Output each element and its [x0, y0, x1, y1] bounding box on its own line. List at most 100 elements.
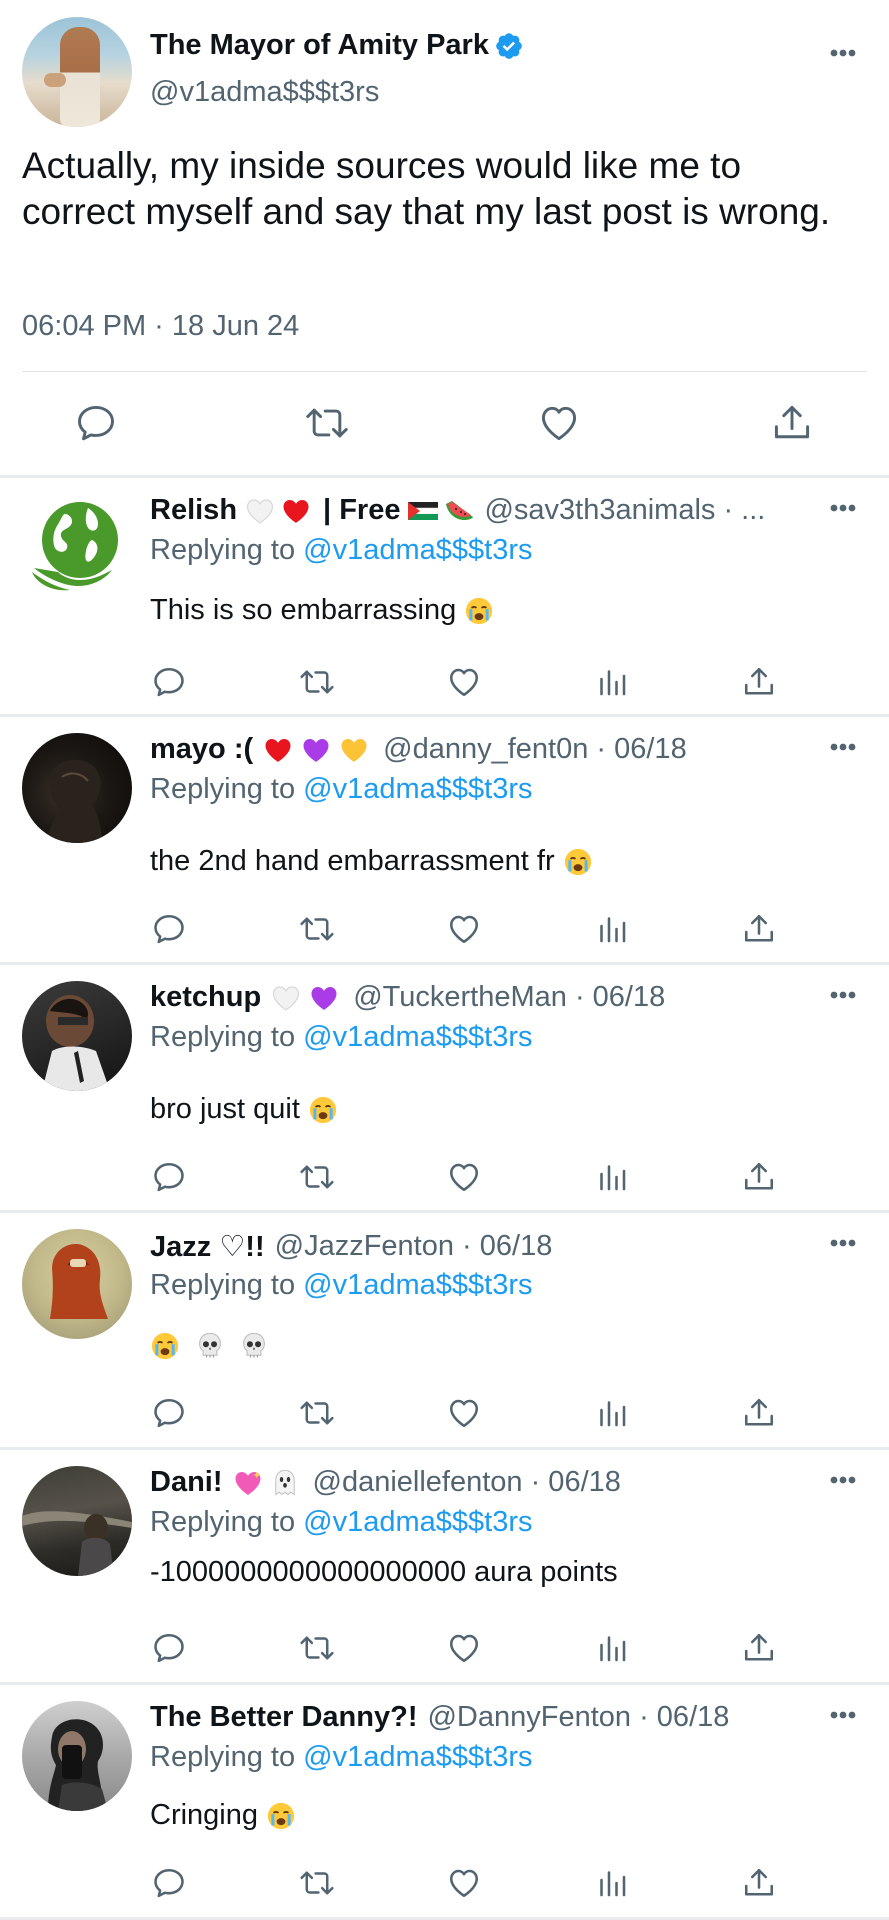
retweet-icon[interactable] [295, 660, 339, 704]
heart-icon[interactable] [442, 907, 486, 951]
reply-avatar[interactable] [22, 1701, 132, 1811]
reply-avatar[interactable] [22, 1466, 132, 1576]
reply-author-name-extra[interactable]: | Free [323, 494, 400, 527]
reply-icon[interactable] [68, 395, 124, 451]
retweet-icon[interactable] [295, 1626, 339, 1670]
retweet-icon[interactable] [295, 1155, 339, 1199]
reply-avatar[interactable] [22, 1229, 132, 1339]
reply-handle[interactable]: @JazzFenton · 06/18 [275, 1230, 553, 1263]
replying-to: Replying to @v1adma$$$t3rs [150, 773, 533, 806]
reply-handle[interactable]: @DannyFenton · 06/18 [427, 1701, 729, 1734]
reply-icon[interactable] [147, 907, 191, 951]
reply-avatar[interactable] [22, 733, 132, 843]
reply-icon[interactable] [147, 1626, 191, 1670]
watermelon-icon [444, 498, 474, 524]
share-icon[interactable] [737, 1155, 781, 1199]
main-post-name-text[interactable]: The Mayor of Amity Park [150, 29, 489, 62]
reply-header: The Better Danny?! @DannyFenton · 06/18 [150, 1701, 729, 1734]
reply-post[interactable]: mayo :( @danny_fent0n · 06/18 Replying t… [0, 717, 889, 962]
mention-link[interactable]: @v1adma$$$t3rs [303, 773, 532, 805]
yellow-heart-icon [339, 736, 369, 764]
more-icon[interactable] [823, 1470, 863, 1490]
main-post-text: Actually, my inside sources would like m… [22, 145, 831, 232]
more-icon[interactable] [823, 43, 863, 63]
divider [22, 371, 867, 372]
retweet-icon[interactable] [295, 1391, 339, 1435]
share-icon[interactable] [737, 1861, 781, 1905]
share-icon[interactable] [737, 660, 781, 704]
retweet-icon[interactable] [295, 1861, 339, 1905]
more-icon[interactable] [823, 498, 863, 518]
reply-icon[interactable] [147, 1391, 191, 1435]
red-heart-icon [281, 497, 311, 525]
mention-link[interactable]: @v1adma$$$t3rs [303, 1741, 532, 1773]
reply-text-content: bro just quit [150, 1093, 300, 1125]
reply-header: Dani! @daniellefenton · 06/18 [150, 1466, 621, 1499]
views-icon[interactable] [590, 907, 634, 951]
reply-post[interactable]: Relish | Free @sav3th3animals · ... Repl… [0, 478, 889, 714]
reply-author-name[interactable]: Jazz ♡!! [150, 1229, 265, 1264]
reply-text: bro just quit [150, 1093, 338, 1126]
heart-icon[interactable] [442, 1861, 486, 1905]
skull-icon [240, 1331, 268, 1361]
more-icon[interactable] [823, 737, 863, 757]
reply-text: the 2nd hand embarrassment fr [150, 845, 593, 878]
more-icon[interactable] [823, 985, 863, 1005]
share-icon[interactable] [737, 1391, 781, 1435]
reply-post[interactable]: ketchup @TuckertheMan · 06/18 Replying t… [0, 965, 889, 1210]
heart-icon[interactable] [442, 1391, 486, 1435]
reply-handle[interactable]: @sav3th3animals · ... [484, 494, 765, 527]
reply-handle[interactable]: @TuckertheMan · 06/18 [353, 981, 665, 1014]
verified-badge-icon [494, 31, 524, 61]
views-icon[interactable] [590, 1861, 634, 1905]
replying-to-label: Replying to [150, 1741, 296, 1773]
reply-text-content: -1000000000000000000 aura points [150, 1556, 618, 1588]
reply-actions [0, 1626, 889, 1670]
share-icon[interactable] [764, 395, 820, 451]
views-icon[interactable] [590, 1626, 634, 1670]
reply-author-name[interactable]: The Better Danny?! [150, 1701, 417, 1734]
reply-text-content: This is so embarrassing [150, 594, 457, 626]
reply-actions [0, 907, 889, 951]
more-icon[interactable] [823, 1233, 863, 1253]
more-icon[interactable] [823, 1705, 863, 1725]
reply-post[interactable]: Jazz ♡!! @JazzFenton · 06/18 Replying to… [0, 1213, 889, 1447]
reply-handle[interactable]: @danny_fent0n · 06/18 [383, 733, 687, 766]
crying-face-icon [150, 1331, 180, 1361]
reply-author-name[interactable]: mayo :( [150, 733, 253, 766]
main-post-actions [0, 395, 889, 451]
reply-icon[interactable] [147, 660, 191, 704]
heart-icon[interactable] [442, 1155, 486, 1199]
reply-avatar[interactable] [22, 494, 132, 604]
retweet-icon[interactable] [299, 395, 355, 451]
reply-handle[interactable]: @daniellefenton · 06/18 [313, 1466, 621, 1499]
mention-link[interactable]: @v1adma$$$t3rs [303, 534, 532, 566]
views-icon[interactable] [590, 1155, 634, 1199]
white-heart-icon [245, 497, 275, 525]
crying-face-icon [563, 847, 593, 877]
reply-author-name[interactable]: ketchup [150, 981, 261, 1014]
white-heart-icon [271, 984, 301, 1012]
mention-link[interactable]: @v1adma$$$t3rs [303, 1269, 532, 1301]
reply-icon[interactable] [147, 1861, 191, 1905]
share-icon[interactable] [737, 1626, 781, 1670]
reply-post[interactable]: Dani! @daniellefenton · 06/18 Replying t… [0, 1450, 889, 1682]
share-icon[interactable] [737, 907, 781, 951]
main-post-avatar[interactable] [22, 17, 132, 127]
reply-author-name[interactable]: Dani! [150, 1466, 223, 1499]
reply-post[interactable]: The Better Danny?! @DannyFenton · 06/18 … [0, 1685, 889, 1920]
reply-icon[interactable] [147, 1155, 191, 1199]
heart-icon[interactable] [531, 395, 587, 451]
main-post-timestamp[interactable]: 06:04 PM · 18 Jun 24 [22, 310, 299, 343]
heart-icon[interactable] [442, 1626, 486, 1670]
views-icon[interactable] [590, 660, 634, 704]
main-post-handle[interactable]: @v1adma$$$t3rs [150, 76, 379, 109]
heart-icon[interactable] [442, 660, 486, 704]
reply-avatar[interactable] [22, 981, 132, 1091]
views-icon[interactable] [590, 1391, 634, 1435]
reply-author-name[interactable]: Relish [150, 494, 237, 527]
mention-link[interactable]: @v1adma$$$t3rs [303, 1021, 532, 1053]
retweet-icon[interactable] [295, 907, 339, 951]
main-post-author-name[interactable]: The Mayor of Amity Park [150, 29, 524, 62]
mention-link[interactable]: @v1adma$$$t3rs [303, 1506, 532, 1538]
